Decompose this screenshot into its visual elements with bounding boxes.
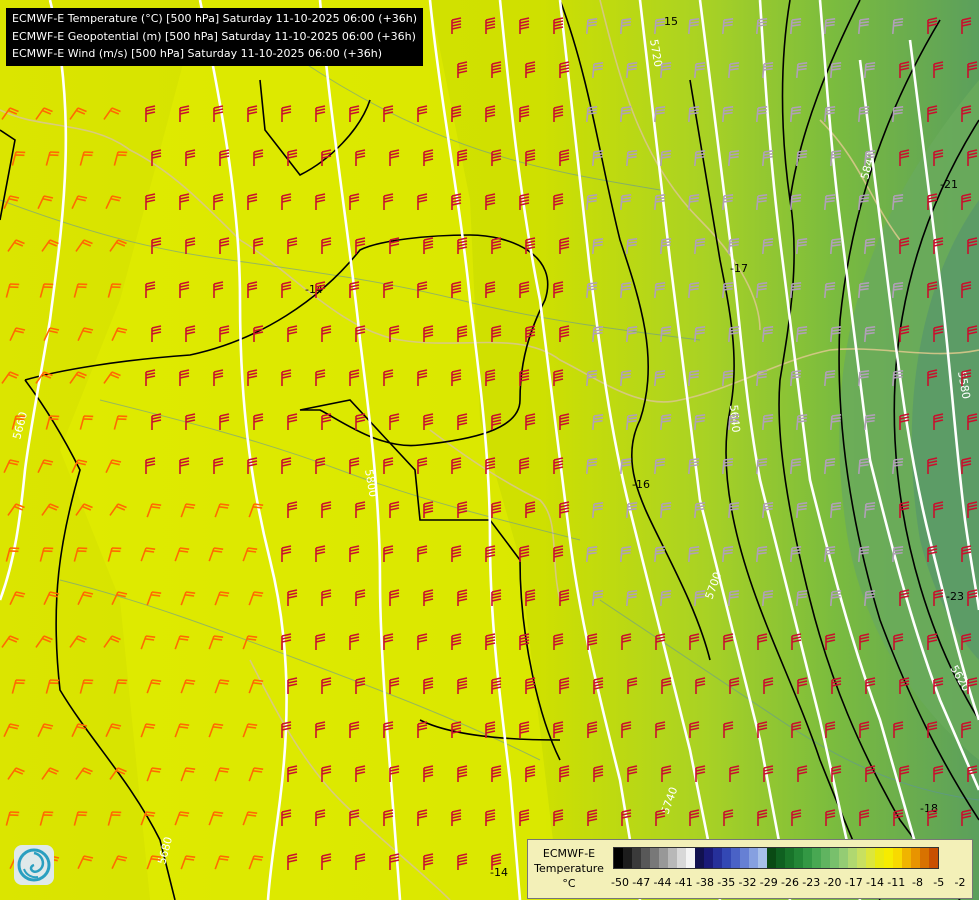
legend-color-bar	[613, 847, 939, 869]
legend-swatch	[695, 848, 704, 868]
legend-swatch	[614, 848, 623, 868]
legend-tick-label: -2	[954, 876, 966, 889]
legend-swatch	[821, 848, 830, 868]
legend-swatch	[875, 848, 884, 868]
isotherm-label: -23	[946, 590, 964, 603]
legend-swatch	[749, 848, 758, 868]
legend-swatch	[758, 848, 767, 868]
legend-tick-label: -50	[611, 876, 629, 889]
legend-swatch	[713, 848, 722, 868]
legend-swatch	[776, 848, 785, 868]
legend-swatch	[785, 848, 794, 868]
legend-swatch	[803, 848, 812, 868]
legend-ticks: -50 -47 -44 -41 -38 -35 -32 -29 -26 -23 -20 -17 -14-…	[608, 876, 968, 890]
legend-swatch	[659, 848, 668, 868]
legend-swatch	[794, 848, 803, 868]
legend-swatch	[848, 848, 857, 868]
legend-swatch	[650, 848, 659, 868]
legend-swatch	[704, 848, 713, 868]
legend-tick-label: -14	[866, 876, 884, 889]
header-geopotential-line: ECMWF-E Geopotential (m) [500 hPa] Satur…	[12, 29, 416, 43]
isotherm-label: -17	[730, 262, 748, 275]
legend-tick-label: -32	[738, 876, 757, 889]
legend-swatch	[893, 848, 902, 868]
legend-swatch	[911, 848, 920, 868]
legend-tick-label: -20	[823, 876, 842, 889]
legend-tick-label: -38	[696, 876, 714, 889]
legend-swatch	[866, 848, 875, 868]
legend-swatch	[623, 848, 632, 868]
legend-tick-label: -5	[933, 876, 945, 889]
temperature-legend: ECMWF-E Temperature °C -50 -47 -44 -41 -38 -3…	[527, 839, 973, 899]
legend-swatch	[767, 848, 776, 868]
legend-swatch	[740, 848, 749, 868]
legend-tick-label: -47	[632, 876, 651, 889]
legend-swatch	[812, 848, 821, 868]
legend-swatch	[686, 848, 695, 868]
legend-swatch	[920, 848, 929, 868]
legend-swatch	[722, 848, 731, 868]
legend-tick-label: -8	[912, 876, 923, 889]
legend-tick-label: -23	[802, 876, 821, 889]
legend-swatch	[830, 848, 839, 868]
legend-swatch	[641, 848, 650, 868]
ecmwf-logo-icon	[14, 845, 54, 885]
legend-swatch	[839, 848, 848, 868]
legend-tick-label: -17	[844, 876, 863, 889]
legend-title: ECMWF-E Temperature °C	[534, 847, 604, 890]
legend-tick-label: -11	[887, 876, 906, 889]
legend-tick-label: -35	[717, 876, 736, 889]
legend-swatch	[929, 848, 938, 868]
map-header: ECMWF-E Temperature (°C) [500 hPa] Satur…	[6, 8, 424, 66]
legend-tick-label: -26	[781, 876, 799, 889]
legend-tick-label: -41	[674, 876, 693, 889]
legend-tick-label: -44	[653, 876, 672, 889]
legend-swatch	[857, 848, 866, 868]
legend-swatch	[731, 848, 740, 868]
legend-swatch	[884, 848, 893, 868]
legend-swatch	[677, 848, 686, 868]
forecast-map: -14 -15 -16 -17 -18 -21 -23 -14 5720 580…	[0, 0, 979, 900]
header-temperature-line: ECMWF-E Temperature (°C) [500 hPa] Satur…	[12, 12, 418, 25]
legend-swatch	[632, 848, 641, 868]
header-wind-line: ECMWF-E Wind (m/s) [500 hPa] Saturday 11…	[12, 47, 382, 60]
isotherm-label: -16	[632, 478, 650, 491]
legend-tick-label: -29	[759, 876, 778, 889]
legend-swatch	[902, 848, 911, 868]
isotherm-label: -21	[940, 178, 958, 191]
legend-swatch	[668, 848, 677, 868]
